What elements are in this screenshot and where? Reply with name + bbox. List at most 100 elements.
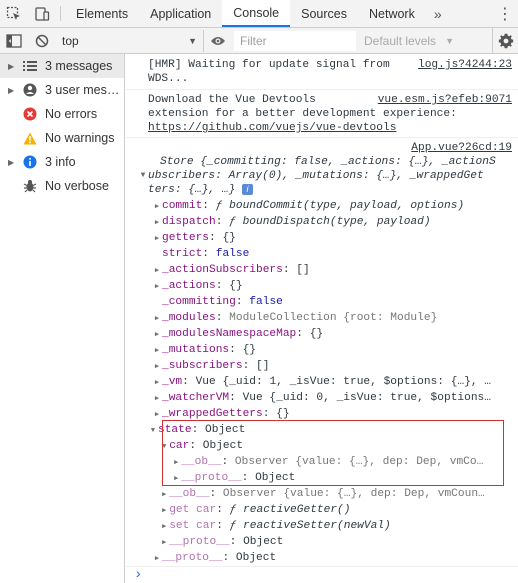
expand-arrow-icon[interactable]: ▶ — [152, 391, 162, 407]
expand-arrow-icon[interactable]: ▶ — [152, 279, 162, 295]
filter-input[interactable] — [234, 30, 356, 51]
property-key: _vm — [162, 376, 183, 388]
live-expression-eye-icon[interactable] — [204, 28, 232, 54]
property-key: _committing — [162, 296, 236, 308]
property-key: commit — [162, 200, 203, 212]
expand-arrow-icon[interactable]: ▶ — [152, 263, 162, 279]
expand-arrow-icon[interactable]: ▶ — [152, 215, 162, 231]
console-message-hmr: log.js?4244:23 [HMR] Waiting for update … — [126, 54, 518, 90]
console-message-devtools: vue.esm.js?efeb:9071 Download the Vue De… — [126, 90, 518, 138]
property-value: {} — [229, 280, 243, 292]
sidebar-item-warnings[interactable]: No warnings — [0, 126, 124, 150]
expand-arrow-icon[interactable]: ▶ — [8, 62, 20, 71]
tree-row[interactable]: ▶ _vm: Vue {_uid: 1, _isVue: true, $optio… — [148, 374, 512, 390]
property-separator: : — [282, 264, 297, 276]
tree-row[interactable]: ▶ __proto__: Object — [148, 550, 512, 566]
expand-arrow-icon[interactable]: ▶ — [152, 407, 162, 423]
property-value: [] — [256, 360, 270, 372]
property-key: _mutations — [162, 344, 230, 356]
clear-console-icon[interactable] — [28, 28, 56, 54]
tree-row[interactable]: ▶ _watcherVM: Vue {_uid: 0, _isVue: true,… — [148, 390, 512, 406]
expand-arrow-icon[interactable]: ▶ — [8, 158, 20, 167]
context-selector[interactable]: top ▼ — [56, 29, 204, 52]
property-value: ƒ reactiveSetter(newVal) — [229, 520, 391, 532]
tree-row[interactable]: ▶ set car: ƒ reactiveSetter(newVal) — [148, 518, 512, 534]
expand-arrow-icon[interactable]: ▶ — [159, 487, 169, 503]
source-link-vue-esm[interactable]: vue.esm.js?efeb:9071 — [378, 93, 512, 107]
property-key: _modules — [162, 312, 216, 324]
expand-arrow-icon[interactable]: ▶ — [152, 199, 162, 215]
sidebar-item-info[interactable]: ▶ 3 info — [0, 150, 124, 174]
tab-console[interactable]: Console — [222, 0, 291, 27]
sidebar-toggle-icon[interactable] — [0, 28, 28, 54]
sidebar-item-label: No verbose — [45, 179, 109, 193]
devtools-menu-button[interactable]: ⋮ — [492, 0, 518, 27]
property-value: false — [215, 248, 250, 260]
tree-row[interactable]: ▶ _actions: {} — [148, 278, 512, 294]
sidebar-item-errors[interactable]: No errors — [0, 102, 124, 126]
property-separator: : — [215, 312, 230, 324]
more-tabs-button[interactable]: » — [426, 0, 450, 27]
expand-arrow-icon[interactable]: ▶ — [152, 343, 162, 359]
source-link-log[interactable]: log.js?4244:23 — [418, 58, 512, 72]
source-link-app-vue[interactable]: App.vue?26cd:19 — [411, 142, 512, 154]
device-toolbar-icon[interactable] — [28, 0, 56, 27]
sidebar-item-label: 3 user mess... — [45, 83, 121, 97]
tab-sources[interactable]: Sources — [290, 0, 358, 27]
tree-row[interactable]: ▶ _modules: ModuleCollection {root: Modul… — [148, 310, 512, 326]
expand-arrow-icon[interactable]: ▶ — [152, 359, 162, 375]
property-key: __proto__ — [169, 536, 230, 548]
expand-arrow-icon[interactable]: ▶ — [152, 551, 162, 567]
property-separator: : — [229, 344, 243, 356]
tree-row[interactable]: ▶ _subscribers: [] — [148, 358, 512, 374]
context-label: top — [62, 33, 79, 48]
console-toolbar: top ▼ Default levels ▼ — [0, 27, 518, 54]
store-summary-line1[interactable]: Store {_committing: false, _actions: {…}… — [160, 155, 512, 169]
expand-arrow-icon[interactable]: ▶ — [152, 311, 162, 327]
collapse-arrow-icon[interactable]: ▼ — [138, 169, 148, 183]
expand-arrow-icon[interactable]: ▶ — [159, 535, 169, 551]
log-levels-dropdown[interactable]: Default levels ▼ — [356, 34, 462, 48]
property-separator: : — [296, 328, 310, 340]
sidebar-item-user-messages[interactable]: ▶ 3 user mess... — [0, 78, 124, 102]
vue-devtools-url-link[interactable]: https://github.com/vuejs/vue-devtools — [148, 122, 396, 134]
property-separator: : — [202, 200, 216, 212]
property-key: _actions — [162, 280, 216, 292]
expand-arrow-icon[interactable]: ▶ — [159, 519, 169, 535]
tree-row[interactable]: ▶ getters: {} — [148, 230, 512, 246]
property-separator: : — [215, 280, 230, 292]
expand-arrow-icon[interactable]: ▶ — [152, 231, 162, 247]
property-key: __ob__ — [169, 488, 210, 500]
devtools-tab-bar: Elements Application Console Sources Net… — [0, 0, 518, 28]
tab-elements[interactable]: Elements — [65, 0, 139, 27]
tree-row[interactable]: ▶ commit: ƒ boundCommit(type, payload, op… — [148, 198, 512, 214]
tab-application[interactable]: Application — [139, 0, 222, 27]
expand-arrow-icon[interactable]: ▶ — [159, 503, 169, 519]
inspect-element-icon[interactable] — [0, 0, 28, 27]
property-key: _modulesNamespaceMap — [162, 328, 297, 340]
expand-arrow-icon[interactable]: ▶ — [8, 86, 20, 95]
tree-row[interactable]: ▶ dispatch: ƒ boundDispatch(type, payload… — [148, 214, 512, 230]
tree-row[interactable]: ▶ _actionSubscribers: [] — [148, 262, 512, 278]
tab-network[interactable]: Network — [358, 0, 426, 27]
collapse-arrow-icon[interactable]: ▼ — [148, 423, 158, 439]
property-separator: : — [202, 248, 216, 260]
gear-icon[interactable] — [492, 27, 518, 54]
expand-arrow-icon[interactable]: ▶ — [152, 375, 162, 391]
expand-arrow-icon[interactable]: ▶ — [152, 327, 162, 343]
tree-row[interactable]: ▶ get car: ƒ reactiveGetter() — [148, 502, 512, 518]
chevron-down-icon: ▼ — [188, 35, 197, 46]
info-badge-icon[interactable]: i — [242, 183, 253, 195]
sidebar-item-label: No warnings — [45, 131, 115, 145]
user-icon — [20, 82, 40, 98]
property-value: ModuleCollection {root: Module} — [229, 312, 438, 324]
property-separator: : — [229, 536, 244, 548]
tree-row[interactable]: ▶ __ob__: Observer {value: {…}, dep: Dep,… — [148, 486, 512, 502]
tree-row[interactable]: ▶ _mutations: {} — [148, 342, 512, 358]
console-prompt[interactable]: › — [126, 566, 518, 583]
error-icon — [20, 106, 40, 122]
sidebar-item-verbose[interactable]: No verbose — [0, 174, 124, 198]
tree-row[interactable]: ▶ __proto__: Object — [148, 534, 512, 550]
tree-row[interactable]: ▶ _modulesNamespaceMap: {} — [148, 326, 512, 342]
sidebar-item-messages[interactable]: ▶ 3 messages — [0, 54, 124, 78]
